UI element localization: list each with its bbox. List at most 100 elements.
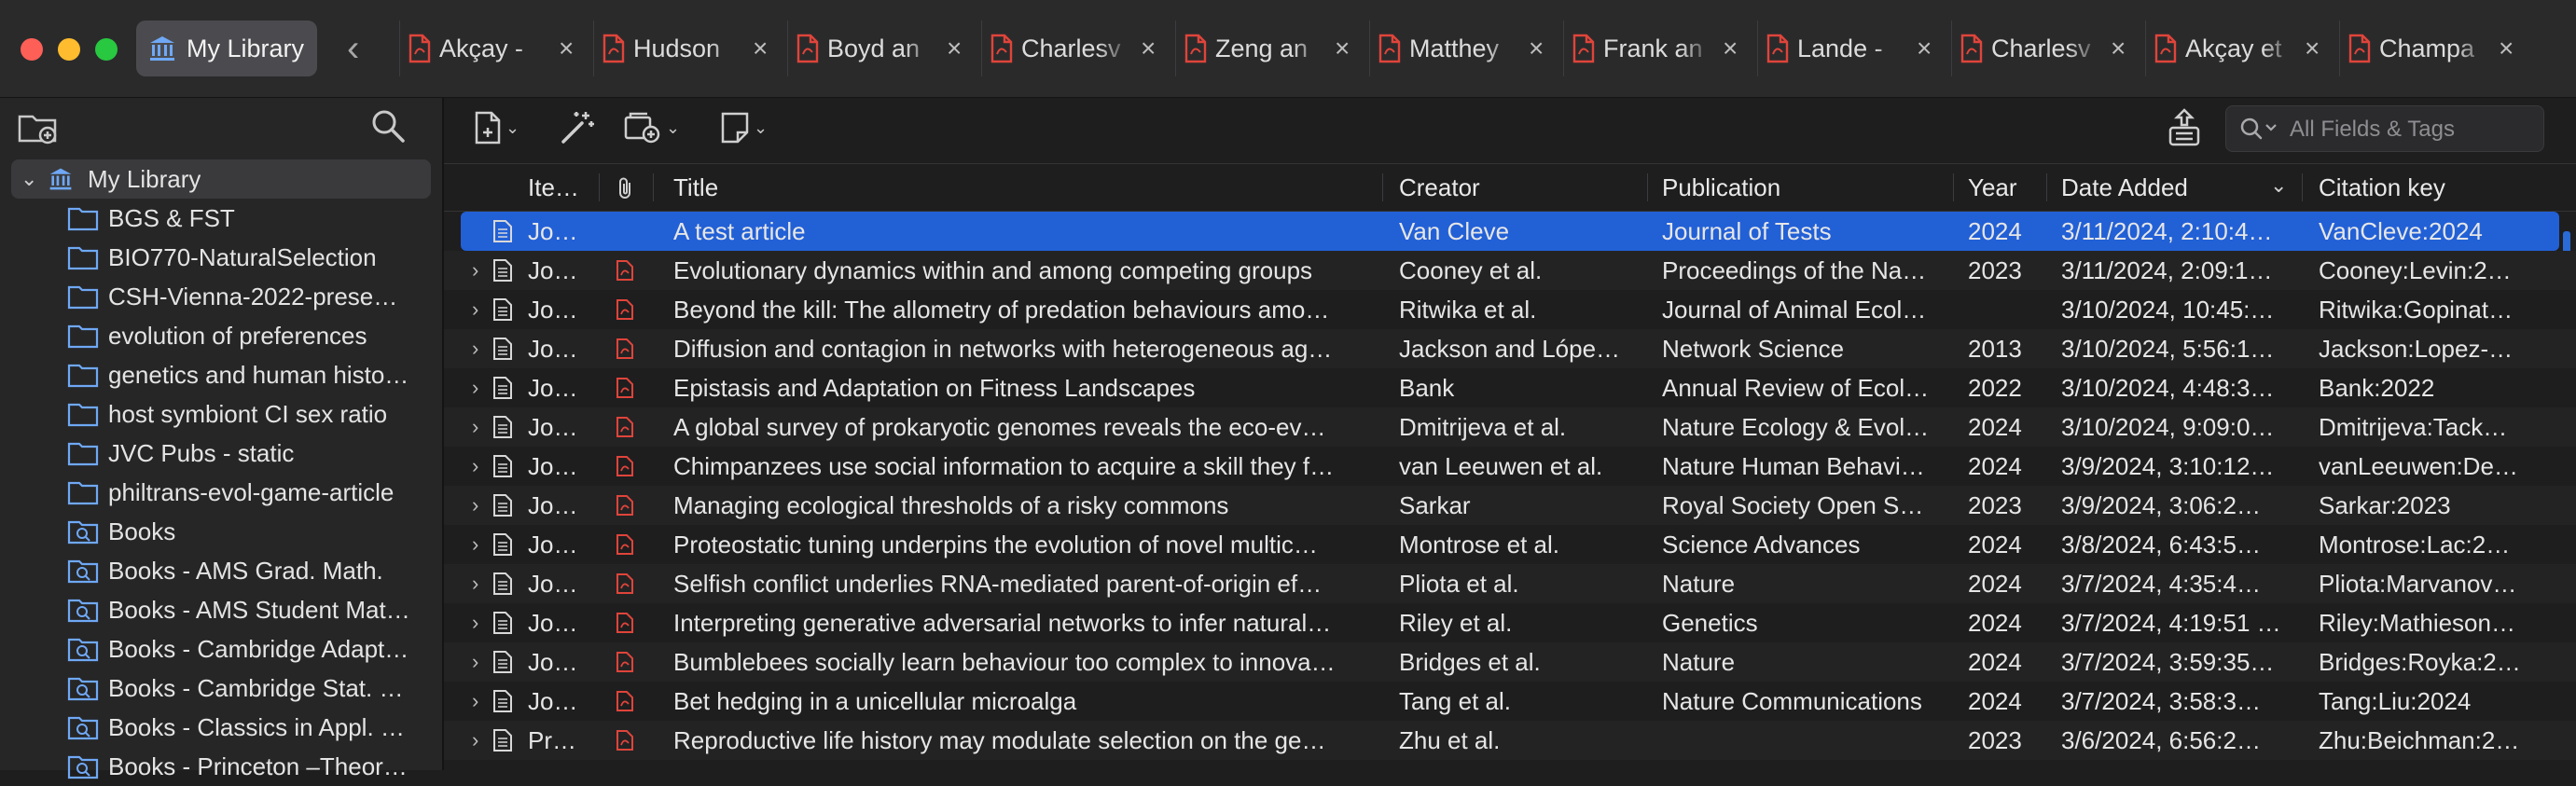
column-divider[interactable] <box>1647 173 1648 201</box>
tree-item-collection[interactable]: BIO770-NaturalSelection <box>0 238 442 277</box>
reader-tab[interactable]: Charlesv × <box>1951 21 2144 76</box>
reader-tab[interactable]: Charlesv × <box>981 21 1174 76</box>
tree-item-collection[interactable]: Books - Classics in Appl. … <box>0 708 442 747</box>
reader-tab[interactable]: Boyd an × <box>787 21 980 76</box>
column-divider[interactable] <box>2046 173 2047 201</box>
tab-close-icon[interactable]: × <box>559 34 574 63</box>
table-row[interactable]: › Jo… Epistasis and Adaptation on Fitness … <box>444 368 2576 407</box>
expand-chevron-icon[interactable]: › <box>472 564 478 603</box>
pdf-attachment-icon[interactable] <box>616 494 634 517</box>
table-row[interactable]: › Jo… Interpreting generative adversarial … <box>444 603 2576 642</box>
column-divider[interactable] <box>599 173 600 201</box>
new-collection-icon[interactable] <box>17 109 60 146</box>
tree-item-my-library[interactable]: ⌄ My Library <box>11 159 431 199</box>
table-row[interactable]: › Pr… Reproductive life history may modula… <box>444 721 2576 760</box>
expand-chevron-icon[interactable]: › <box>472 603 478 642</box>
column-header-publication[interactable]: Publication <box>1662 164 1923 211</box>
expand-chevron-icon[interactable]: › <box>472 329 478 368</box>
table-row[interactable]: › Jo… Evolutionary dynamics within and amo… <box>444 251 2576 290</box>
tree-item-collection[interactable]: evolution of preferences <box>0 316 442 355</box>
pdf-attachment-icon[interactable] <box>616 338 634 360</box>
new-note-button[interactable]: ⌄ <box>720 107 768 148</box>
column-header-item-type[interactable]: Ite… <box>528 164 593 211</box>
reader-tab[interactable]: Hudson × <box>593 21 786 76</box>
column-header-date-added[interactable]: Date Added <box>2061 164 2266 211</box>
pdf-attachment-icon[interactable] <box>616 612 634 634</box>
tree-item-collection[interactable]: JVC Pubs - static <box>0 434 442 473</box>
table-row[interactable]: › Jo… Bumblebees socially learn behaviour … <box>444 642 2576 682</box>
locate-button[interactable] <box>2166 107 2203 148</box>
tab-close-icon[interactable]: × <box>1917 34 1932 63</box>
table-row[interactable]: › Jo… Bet hedging in a unicellular microal… <box>444 682 2576 721</box>
search-input[interactable] <box>2288 112 2534 147</box>
search-collections-icon[interactable] <box>369 107 407 145</box>
tree-item-collection[interactable]: Books - Cambridge Adapt… <box>0 629 442 669</box>
tree-item-collection[interactable]: BGS & FST <box>0 199 442 238</box>
reader-tab[interactable]: Matthey × <box>1369 21 1562 76</box>
tab-scroll-back-icon[interactable]: ‹ <box>347 28 359 69</box>
column-header-title[interactable]: Title <box>673 164 1065 211</box>
pdf-attachment-icon[interactable] <box>616 416 634 438</box>
pdf-attachment-icon[interactable] <box>616 729 634 752</box>
table-row[interactable]: › Jo… Managing ecological thresholds of a … <box>444 486 2576 525</box>
table-row[interactable]: › Jo… Beyond the kill: The allometry of pr… <box>444 290 2576 329</box>
column-divider[interactable] <box>1382 173 1383 201</box>
tree-item-collection[interactable]: philtrans-evol-game-article <box>0 473 442 512</box>
expand-chevron-icon[interactable]: › <box>472 407 478 447</box>
column-divider[interactable] <box>653 173 654 201</box>
window-close-button[interactable] <box>21 38 43 61</box>
pdf-attachment-icon[interactable] <box>616 651 634 673</box>
reader-tab[interactable]: Champa × <box>2339 21 2532 76</box>
tab-close-icon[interactable]: × <box>2499 34 2514 63</box>
add-attachment-button[interactable]: ⌄ <box>623 107 680 148</box>
expand-chevron-icon[interactable]: › <box>472 290 478 329</box>
magic-wand-button[interactable] <box>558 107 597 148</box>
tree-item-collection[interactable]: Books <box>0 512 442 551</box>
expand-chevron-icon[interactable]: › <box>472 486 478 525</box>
reader-tab[interactable]: Akçay - × <box>399 21 592 76</box>
expand-chevron-icon[interactable]: › <box>472 368 478 407</box>
tree-item-collection[interactable]: Books - AMS Grad. Math. <box>0 551 442 590</box>
table-row[interactable]: › Jo… Chimpanzees use social information t… <box>444 447 2576 486</box>
pdf-attachment-icon[interactable] <box>616 259 634 282</box>
tree-item-collection[interactable]: Books - Cambridge Stat. … <box>0 669 442 708</box>
tab-close-icon[interactable]: × <box>1529 34 1544 63</box>
column-header-citation-key[interactable]: Citation key <box>2319 164 2542 211</box>
reader-tab[interactable]: Lande - × <box>1757 21 1950 76</box>
pdf-attachment-icon[interactable] <box>616 298 634 321</box>
table-row[interactable]: Jo… A test article Van Cleve Journal of Tes… <box>461 212 2559 251</box>
reader-tab[interactable]: Frank an × <box>1563 21 1756 76</box>
column-divider[interactable] <box>1953 173 1954 201</box>
paperclip-icon[interactable] <box>616 176 636 200</box>
expand-chevron-icon[interactable]: › <box>472 251 478 290</box>
column-header-creator[interactable]: Creator <box>1399 164 1651 211</box>
pdf-attachment-icon[interactable] <box>616 572 634 595</box>
table-row[interactable]: › Jo… Selfish conflict underlies RNA-media… <box>444 564 2576 603</box>
expand-chevron-icon[interactable]: › <box>472 642 478 682</box>
tree-item-collection[interactable]: Books - Princeton –Theor… <box>0 747 442 786</box>
new-item-button[interactable]: ⌄ <box>474 107 519 148</box>
window-minimize-button[interactable] <box>58 38 80 61</box>
tab-close-icon[interactable]: × <box>947 34 962 63</box>
column-divider[interactable] <box>2302 173 2303 201</box>
column-header-year[interactable]: Year <box>1968 164 2043 211</box>
pdf-attachment-icon[interactable] <box>616 455 634 477</box>
table-row[interactable]: › Jo… Diffusion and contagion in networks … <box>444 329 2576 368</box>
tree-item-collection[interactable]: Books - AMS Student Mat… <box>0 590 442 629</box>
pdf-attachment-icon[interactable] <box>616 690 634 712</box>
expand-chevron-icon[interactable]: › <box>472 721 478 760</box>
expand-chevron-icon[interactable]: › <box>472 447 478 486</box>
pdf-attachment-icon[interactable] <box>616 533 634 556</box>
library-tab[interactable]: My Library <box>136 21 317 76</box>
tab-close-icon[interactable]: × <box>1723 34 1738 63</box>
reader-tab[interactable]: Zeng an × <box>1175 21 1368 76</box>
tab-close-icon[interactable]: × <box>753 34 768 63</box>
table-row[interactable]: › Jo… Proteostatic tuning underpins the ev… <box>444 525 2576 564</box>
expand-chevron-icon[interactable]: › <box>472 682 478 721</box>
sort-descending-icon[interactable]: ⌄ <box>2270 164 2287 207</box>
tree-item-collection[interactable]: CSH-Vienna-2022-prese… <box>0 277 442 316</box>
tab-close-icon[interactable]: × <box>1141 34 1156 63</box>
search-field[interactable] <box>2225 105 2544 152</box>
tree-item-collection[interactable]: genetics and human histo… <box>0 355 442 394</box>
reader-tab[interactable]: Akçay et × <box>2145 21 2338 76</box>
